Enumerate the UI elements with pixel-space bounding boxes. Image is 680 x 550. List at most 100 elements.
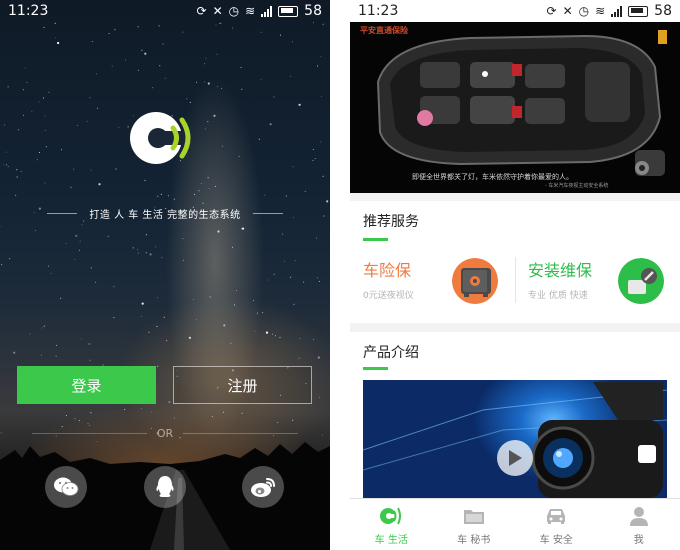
star xyxy=(285,195,287,197)
star xyxy=(74,418,76,420)
star xyxy=(41,327,43,329)
star xyxy=(198,190,200,192)
star xyxy=(272,333,274,335)
qq-login-button[interactable] xyxy=(144,466,186,508)
star xyxy=(240,67,242,69)
star xyxy=(260,31,262,33)
slogan-text: 打造 人 车 生活 完整的生态系统 xyxy=(89,210,241,221)
star xyxy=(156,297,158,299)
star xyxy=(90,169,92,171)
star xyxy=(214,185,216,187)
star xyxy=(15,194,17,196)
tab-car-secretary[interactable]: 车 秘书 xyxy=(433,499,516,550)
star xyxy=(114,29,116,31)
star xyxy=(313,22,314,24)
star xyxy=(108,33,110,35)
register-button[interactable]: 注册 xyxy=(173,366,312,404)
star xyxy=(252,300,254,302)
tab-car-safety[interactable]: 车 安全 xyxy=(515,499,598,550)
star xyxy=(115,168,117,170)
star xyxy=(215,24,217,26)
star xyxy=(78,249,80,251)
star xyxy=(322,23,324,25)
login-button[interactable]: 登录 xyxy=(17,366,156,404)
service-name: 车险保 xyxy=(363,261,412,280)
star xyxy=(200,182,202,184)
banner-sub-caption: - 车米汽车夜视主动安全系统 xyxy=(545,183,609,189)
star xyxy=(159,65,161,67)
person-icon xyxy=(629,507,648,526)
status-icons: ⟳ ✕ ◷ ≋ 58 xyxy=(547,3,673,19)
battery-level: 58 xyxy=(654,3,672,19)
star xyxy=(320,56,322,58)
star xyxy=(163,316,165,318)
star xyxy=(65,415,67,417)
play-icon xyxy=(509,450,522,466)
star xyxy=(221,145,223,147)
star xyxy=(264,194,266,196)
star xyxy=(216,86,218,88)
star xyxy=(207,177,209,179)
play-button[interactable] xyxy=(497,440,533,476)
wechat-login-button[interactable] xyxy=(45,466,87,508)
or-text: OR xyxy=(156,427,174,440)
promo-banner[interactable]: 平安直通保险 即便全世界都关了灯，车米依然守护着你最爱的人。 - 车米汽车夜视主… xyxy=(350,22,680,193)
banner-caption: 即便全世界都关了灯，车米依然守护着你最爱的人。 xyxy=(412,173,573,181)
car-icon xyxy=(547,509,566,524)
star xyxy=(31,110,33,112)
safe-box-icon xyxy=(452,258,498,304)
or-divider: OR xyxy=(0,427,330,440)
star xyxy=(16,169,18,171)
star xyxy=(141,408,143,410)
tab-me[interactable]: 我 xyxy=(598,499,680,550)
star xyxy=(43,325,45,327)
status-bar: 11:23 ⟳ ✕ ◷ ≋ 58 xyxy=(0,0,330,22)
star xyxy=(145,234,147,236)
star xyxy=(125,59,126,61)
star xyxy=(316,237,318,239)
star xyxy=(220,22,222,24)
star xyxy=(141,302,144,305)
slogan-divider-right xyxy=(252,213,283,214)
star xyxy=(89,97,91,99)
star xyxy=(260,78,262,80)
star xyxy=(152,87,154,89)
star xyxy=(97,107,98,109)
star xyxy=(48,91,50,93)
star xyxy=(298,103,301,106)
product-video[interactable] xyxy=(363,380,667,498)
star xyxy=(137,252,139,254)
folder-icon xyxy=(463,510,484,524)
star xyxy=(47,265,49,267)
status-time: 11:23 xyxy=(8,3,49,19)
star xyxy=(317,65,319,67)
tab-car-life[interactable]: 车 生活 xyxy=(350,499,433,550)
star xyxy=(290,75,292,77)
star xyxy=(39,152,41,153)
service-car-insurance[interactable]: 车险保 0元送夜视仪 xyxy=(363,257,414,301)
battery-icon xyxy=(278,5,299,17)
weibo-login-button[interactable] xyxy=(242,466,284,508)
star xyxy=(282,233,284,235)
star xyxy=(189,101,191,103)
star xyxy=(258,138,260,140)
star xyxy=(118,126,120,128)
or-line-left xyxy=(31,433,147,434)
star xyxy=(188,336,191,339)
star xyxy=(222,411,224,413)
star xyxy=(157,195,159,197)
star xyxy=(73,168,75,170)
service-install-maintenance[interactable]: 安装维保 专业 优质 快速 xyxy=(528,257,592,301)
star xyxy=(290,276,292,278)
star xyxy=(43,97,45,99)
star xyxy=(319,396,320,398)
star xyxy=(182,238,184,239)
star xyxy=(292,41,293,43)
star xyxy=(234,304,235,306)
tab-label: 车 安全 xyxy=(539,535,573,546)
star xyxy=(183,259,185,261)
car-cutaway-image xyxy=(376,30,667,176)
star xyxy=(148,331,150,333)
login-screen: 11:23 ⟳ ✕ ◷ ≋ 58 打造 人 车 生活 完整的生态系统 登录 注册… xyxy=(0,0,330,550)
star xyxy=(241,412,243,414)
